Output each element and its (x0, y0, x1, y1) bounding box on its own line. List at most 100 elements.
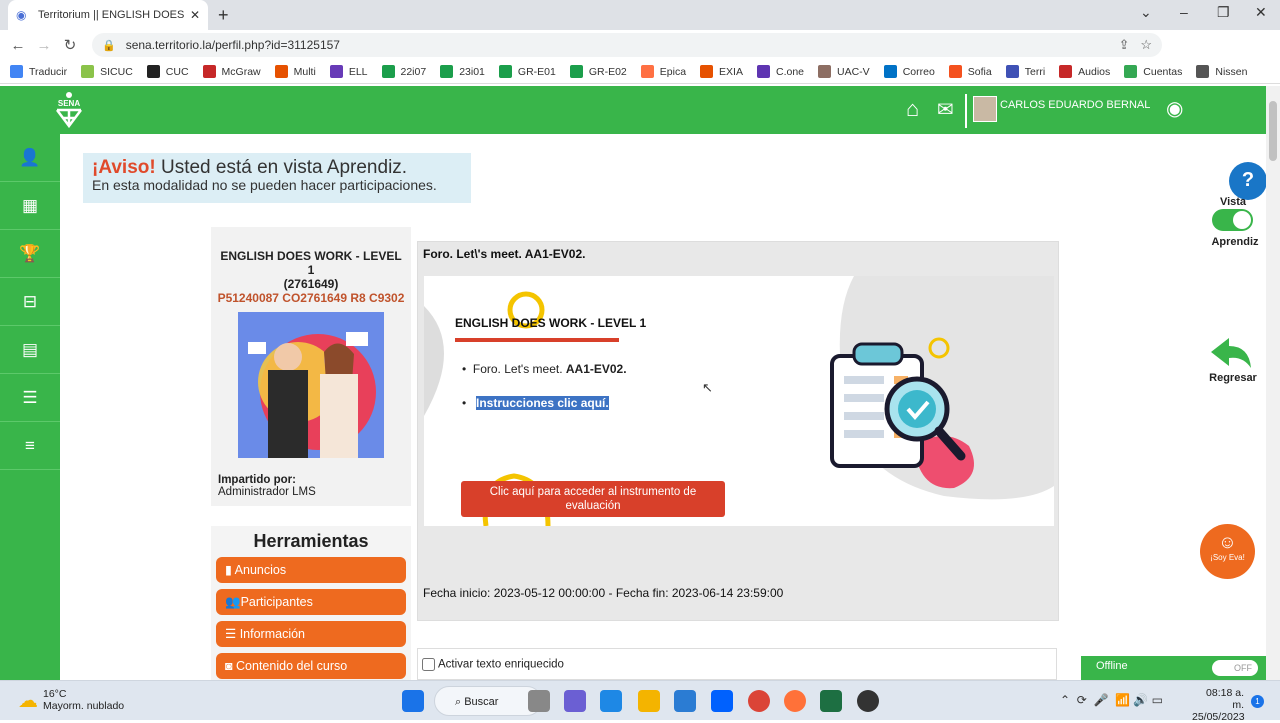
bookmark-item[interactable]: Terri (1005, 65, 1046, 78)
minimize-icon[interactable]: – (1180, 4, 1188, 20)
bookmark-label: 22i07 (400, 65, 427, 78)
bookmark-item[interactable]: GR-E02 (569, 65, 627, 78)
date-start-label: Fecha inicio: (423, 586, 491, 600)
vista-label: Vista (1219, 196, 1247, 208)
excel-icon[interactable] (820, 690, 842, 712)
tool-anuncios-button[interactable]: ▮ Anuncios (216, 557, 406, 583)
back-arrow-icon[interactable] (1209, 336, 1253, 370)
obs-icon[interactable] (857, 690, 879, 712)
menu-nav-icon[interactable]: ≡ (0, 422, 60, 470)
clock-time: 08:18 a. m. (1206, 687, 1244, 711)
back-icon[interactable]: ← (5, 37, 31, 54)
bookmark-item[interactable]: GR-E01 (498, 65, 556, 78)
bookmark-item[interactable]: 22i07 (381, 65, 427, 78)
teams-chat-icon[interactable] (564, 690, 586, 712)
regresar-label[interactable]: Regresar (1205, 372, 1261, 384)
bookmark-icon (498, 65, 512, 78)
url-field[interactable]: 🔒 sena.territorio.la/perfil.php?id=31125… (92, 33, 1162, 57)
bookmark-item[interactable]: ELL (329, 65, 368, 78)
browser-tab[interactable]: ◉ Territorium || ENGLISH DOES WO ✕ (8, 0, 208, 30)
tool-participantes-button[interactable]: 👥Participantes (216, 589, 406, 615)
bookmark-item[interactable]: EXIA (700, 65, 743, 78)
bookmark-item[interactable]: Epica (640, 65, 686, 78)
bookmark-item[interactable]: Traducir (10, 65, 67, 78)
tool-informacion-button[interactable]: ☰ Información (216, 621, 406, 647)
bookmark-icon (1059, 65, 1073, 78)
dropbox-icon[interactable] (711, 690, 733, 712)
sena-logo[interactable]: SENA (50, 91, 88, 129)
task-view-icon[interactable] (528, 690, 550, 712)
bookmark-label: Correo (902, 65, 935, 78)
notepad-icon[interactable] (674, 690, 696, 712)
bookmark-item[interactable]: C.one (756, 65, 804, 78)
bookmark-item[interactable]: McGraw (202, 65, 261, 78)
aprendiz-view-toggle[interactable] (1212, 209, 1253, 231)
eva-assistant-button[interactable]: ☺ ¡Soy Eva! (1200, 524, 1255, 579)
bullet-2: • (462, 396, 467, 410)
trophy-nav-icon[interactable]: 🏆 (0, 230, 60, 278)
date-start: 2023-05-12 00:00:00 (493, 586, 606, 600)
system-tray[interactable]: ⌃ ⟳ 🎤 📶 🔊 ▭ (1060, 693, 1163, 707)
evaluation-button[interactable]: Clic aquí para acceder al instrumento de… (461, 481, 725, 517)
grades-nav-icon[interactable]: ▤ (0, 326, 60, 374)
firefox-icon[interactable] (784, 690, 806, 712)
windows-taskbar: ☁ 16°C Mayorm. nublado ⌕ Buscar ⌃ ⟳ 🎤 📶 … (0, 680, 1280, 723)
bookmark-item[interactable]: UAC-V (818, 65, 870, 78)
browser-tab-bar: ◉ Territorium || ENGLISH DOES WO ✕ + ⌄ –… (0, 0, 1280, 30)
page-scrollbar[interactable] (1266, 86, 1280, 680)
url-text: sena.territorio.la/perfil.php?id=3112515… (125, 38, 340, 52)
notice-prefix: ¡Aviso! (92, 157, 156, 178)
taskbar-search[interactable]: ⌕ Buscar (434, 686, 542, 716)
bookmark-icon (10, 65, 23, 78)
rich-text-checkbox[interactable] (422, 658, 435, 671)
home-icon[interactable]: ⌂ (906, 96, 919, 122)
forward-icon[interactable]: → (31, 37, 57, 54)
bookmark-item[interactable]: Nissen (1196, 65, 1247, 78)
bookmark-label: Nissen (1215, 65, 1248, 78)
address-bar-row: ← → ↻ 🔒 sena.territorio.la/perfil.php?id… (0, 30, 1280, 84)
mail-app-icon[interactable] (600, 690, 622, 712)
bookmark-item[interactable]: Multi (274, 65, 316, 78)
mail-icon[interactable]: ✉ (937, 97, 954, 122)
bookmark-item[interactable]: CUC (146, 65, 189, 78)
user-name[interactable]: CARLOS EDUARDO BERNAL (1000, 99, 1150, 111)
start-icon[interactable] (402, 690, 424, 712)
bookmark-label: Terri (1024, 65, 1046, 78)
chrome-icon[interactable] (748, 690, 770, 712)
user-avatar[interactable] (973, 96, 997, 122)
file-explorer-icon[interactable] (638, 690, 660, 712)
reload-icon[interactable]: ↻ (57, 36, 83, 54)
bookmark-icon (700, 65, 714, 78)
help-button[interactable]: ? (1229, 162, 1267, 200)
bookmark-item[interactable]: 23i01 (440, 65, 485, 78)
calendar-nav-icon[interactable]: ▦ (0, 182, 60, 230)
weather-widget[interactable]: ☁ 16°C Mayorm. nublado (18, 688, 124, 713)
scrollbar-thumb[interactable] (1269, 101, 1277, 161)
banner-underline (455, 338, 619, 342)
offline-toggle[interactable]: OFF (1212, 660, 1258, 676)
svg-text:SENA: SENA (58, 99, 80, 108)
profile-nav-icon[interactable]: 👤 (0, 134, 60, 182)
clock[interactable]: 08:18 a. m. 25/05/2023 (1192, 687, 1245, 723)
bookmark-item[interactable]: Correo (883, 65, 935, 78)
bookmark-item[interactable]: Cuentas (1124, 65, 1182, 78)
notification-badge[interactable]: 1 (1251, 695, 1264, 708)
tab-search-icon[interactable]: ⌄ (1140, 4, 1152, 21)
close-window-icon[interactable]: ✕ (1255, 4, 1267, 21)
share-bookmark-icons[interactable]: ⇪ ☆ (1119, 37, 1152, 53)
bookmark-item[interactable]: SICUC (81, 65, 133, 78)
bookmark-item[interactable]: Sofia (948, 65, 992, 78)
new-tab-icon[interactable]: + (218, 5, 229, 26)
inbox-nav-icon[interactable]: ⊟ (0, 278, 60, 326)
view-eye-icon[interactable]: ◉ (1166, 96, 1183, 121)
bookmark-icon (146, 65, 160, 78)
bookmark-label: GR-E02 (588, 65, 627, 78)
weather-desc: Mayorm. nublado (43, 700, 125, 712)
table-nav-icon[interactable]: ☰ (0, 374, 60, 422)
maximize-icon[interactable]: ❐ (1217, 4, 1230, 21)
close-tab-icon[interactable]: ✕ (190, 8, 200, 22)
tool-contenido-button[interactable]: ◙ Contenido del curso (216, 653, 406, 679)
bookmark-item[interactable]: Audios (1059, 65, 1110, 78)
instructions-link[interactable]: Instrucciones clic aquí. (476, 396, 609, 410)
clock-date: 25/05/2023 (1192, 711, 1245, 723)
